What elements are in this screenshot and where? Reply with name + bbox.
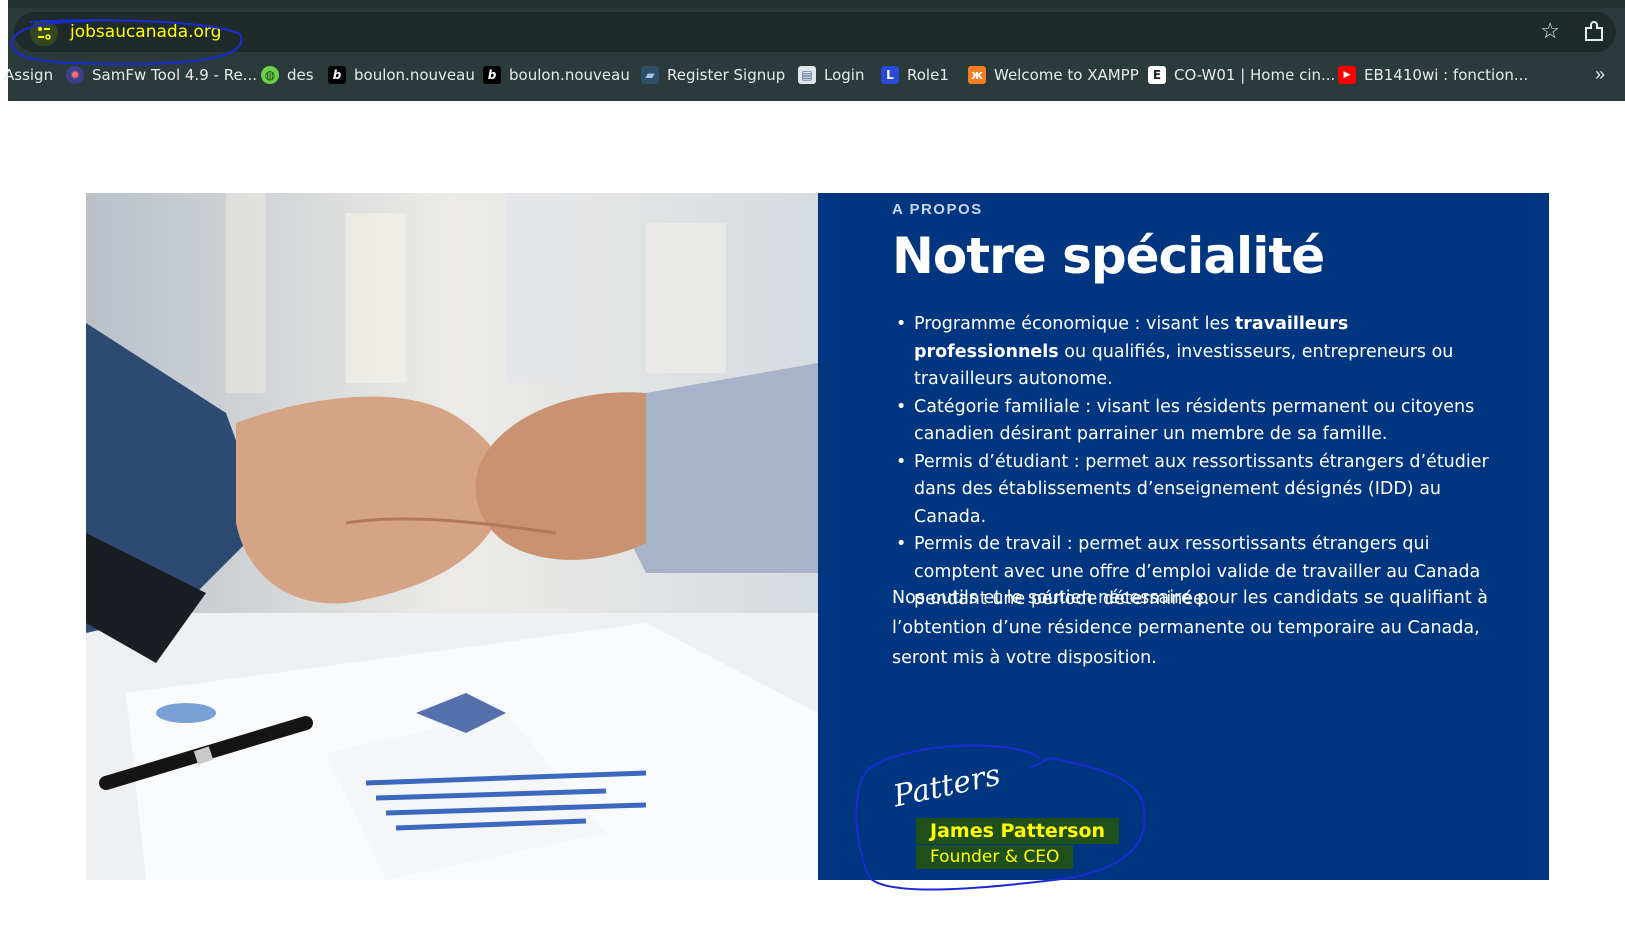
bookmark-label: SamFw Tool 4.9 - Re... (92, 66, 257, 84)
bookmark-assign[interactable]: Assign (4, 66, 53, 84)
bookmark-des[interactable]: ◍ des (261, 66, 314, 84)
bookmark-role1[interactable]: L Role1 (881, 66, 949, 84)
list-item: Permis d’étudiant : permet aux ressortis… (892, 449, 1492, 532)
samfw-icon: ✹ (66, 66, 84, 84)
more-bookmarks-icon[interactable]: » (1595, 64, 1605, 85)
e-icon: E (1148, 66, 1166, 84)
list-item: Catégorie familiale : visant les résiden… (892, 394, 1492, 449)
list-item-text: Permis d’étudiant : permet aux ressortis… (914, 451, 1489, 527)
b-icon: b (328, 66, 346, 84)
bookmarks-bar: Assign ✹ SamFw Tool 4.9 - Re... ◍ des b … (4, 62, 1625, 92)
bookmark-label: boulon.nouveau (509, 66, 630, 84)
list-item-text: Programme économique : visant les (914, 314, 1235, 334)
bookmark-label: Welcome to XAMPP (994, 66, 1139, 84)
role-icon: L (881, 66, 899, 84)
bookmark-label: boulon.nouveau (354, 66, 475, 84)
bookmark-label: CO-W01 | Home cin... (1174, 66, 1336, 84)
bookmark-boulon-2[interactable]: b boulon.nouveau (483, 66, 630, 84)
bookmark-label: Role1 (907, 66, 949, 84)
bookmark-login[interactable]: ▤ Login (798, 66, 864, 84)
list-item: Programme économique : visant les travai… (892, 311, 1492, 394)
extensions-icon[interactable] (1580, 18, 1608, 46)
bookmark-label: EB1410wi : fonction... (1364, 66, 1529, 84)
bookmark-label: des (287, 66, 314, 84)
handshake-illustration (86, 193, 818, 880)
url-scribble-annotation (10, 19, 243, 66)
bookmark-samfw[interactable]: ✹ SamFw Tool 4.9 - Re... (66, 66, 257, 84)
bookmark-register[interactable]: ▰ Register Signup (641, 66, 785, 84)
address-bar[interactable]: jobsaucanada.org ☆ (10, 12, 1616, 66)
handshake-photo (86, 193, 818, 880)
specialty-list: Programme économique : visant les travai… (892, 311, 1492, 614)
browser-chrome: jobsaucanada.org ☆ Assign ✹ SamFw Tool 4… (4, 0, 1625, 101)
founder-scribble-annotation (855, 744, 1146, 891)
section-title: Notre spécialité (892, 227, 1325, 285)
section-paragraph: Nos outils et le soutien nécessaire pour… (892, 588, 1489, 668)
bookmark-eb1410wi[interactable]: ▶ EB1410wi : fonction... (1338, 66, 1528, 84)
register-icon: ▰ (641, 66, 659, 84)
bookmark-label: Register Signup (667, 66, 786, 84)
bookmark-xampp[interactable]: ж Welcome to XAMPP (968, 66, 1139, 84)
about-panel: A PROPOS Notre spécialité Programme écon… (818, 193, 1549, 891)
bookmark-label: Login (824, 66, 865, 84)
page-icon: ▤ (798, 66, 816, 84)
bookmark-star-icon[interactable]: ☆ (1540, 18, 1560, 44)
tab-strip (8, 0, 1625, 8)
bookmark-boulon-1[interactable]: b boulon.nouveau (328, 66, 475, 84)
globe-icon: ◍ (261, 66, 279, 84)
section-kicker: A PROPOS (892, 201, 983, 218)
xampp-icon: ж (968, 66, 986, 84)
youtube-icon: ▶ (1338, 66, 1356, 84)
bookmark-co-w01[interactable]: E CO-W01 | Home cin... (1148, 66, 1335, 84)
bookmark-label: Assign (4, 66, 54, 84)
list-item-text: Catégorie familiale : visant les résiden… (914, 396, 1475, 445)
b-icon: b (483, 66, 501, 84)
